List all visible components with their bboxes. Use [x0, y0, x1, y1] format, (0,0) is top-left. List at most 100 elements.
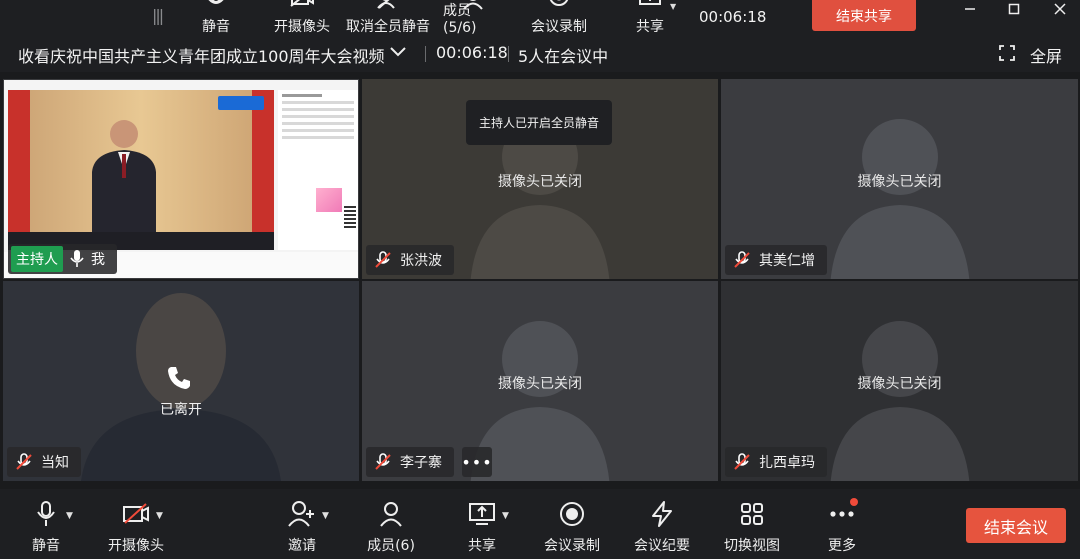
mic-muted-icon [734, 251, 750, 268]
mute-all-icon [375, 0, 401, 10]
top-share-button[interactable]: 共享 [634, 0, 666, 38]
meeting-title-bar: 收看庆祝中国共产主义青年团成立100周年大会视频 00:06:18 5人在会议中… [0, 38, 1080, 72]
share-dropdown-icon[interactable]: ▼ [670, 2, 676, 11]
video-tile-zhaxi[interactable]: 摄像头已关闭 扎西卓玛 [721, 281, 1078, 481]
phone-icon [168, 367, 190, 389]
share-dropdown-icon[interactable]: ▼ [502, 511, 509, 521]
top-mute-button[interactable]: 静音 [196, 0, 236, 38]
shared-screen-video [8, 90, 274, 250]
participant-name: 其美仁增 [759, 253, 815, 269]
drag-handle-icon[interactable]: ||| [152, 6, 164, 25]
host-badge: 主持人 [11, 246, 63, 272]
unmute-all-label: 取消全员静音 [346, 19, 430, 35]
left-status: 已离开 [160, 402, 202, 418]
camera-off-status: 摄像头已关闭 [857, 376, 942, 392]
qr-code-icon [344, 204, 356, 228]
chevron-down-icon[interactable] [388, 42, 408, 62]
top-camera-button[interactable]: 开摄像头 [272, 0, 332, 38]
members-icon [378, 501, 404, 527]
grid-view-icon [740, 501, 764, 527]
participant-name-tag: 李子寨 [366, 447, 454, 477]
mic-muted-icon [375, 251, 391, 268]
maximize-icon[interactable] [994, 0, 1034, 18]
bottom-toolbar: 静音 ▼ 开摄像头 ▼ 邀请 ▼ 成员(6) 共享 ▼ 会议录制 会议纪要 切换… [0, 489, 1080, 559]
participant-count: 5人在会议中 [518, 47, 609, 66]
top-record-button[interactable]: 会议录制 [530, 0, 588, 38]
share-button[interactable]: 共享 [466, 489, 498, 559]
members-icon [460, 0, 486, 10]
meeting-title: 收看庆祝中国共产主义青年团成立100周年大会视频 [18, 47, 385, 66]
invite-button[interactable]: 邀请 [286, 489, 318, 559]
top-mute-label: 静音 [202, 19, 230, 35]
participant-name: 我 [91, 252, 105, 268]
members-label: 成员(6) [367, 538, 415, 554]
camera-off-status: 摄像头已关闭 [498, 376, 582, 392]
unmute-all-button[interactable]: 取消全员静音 [345, 0, 431, 38]
camera-off-icon [289, 0, 315, 10]
share-screen-icon [468, 501, 496, 527]
close-icon[interactable] [1040, 0, 1080, 18]
speaker-figure [92, 120, 156, 236]
record-icon [546, 0, 572, 10]
participant-name: 扎西卓玛 [759, 455, 815, 471]
participant-name: 张洪波 [400, 253, 442, 269]
participant-name-tag: 当知 [7, 447, 81, 477]
participant-name: 李子寨 [400, 455, 442, 471]
share-label: 共享 [468, 538, 496, 554]
top-camera-label: 开摄像头 [274, 19, 330, 35]
top-record-label: 会议录制 [531, 19, 587, 35]
divider [508, 46, 509, 62]
mute-button[interactable]: 静音 [26, 489, 66, 559]
divider [425, 46, 426, 62]
camera-label: 开摄像头 [108, 538, 164, 554]
participant-name: 当知 [41, 455, 69, 471]
record-button[interactable]: 会议录制 [542, 489, 602, 559]
meeting-minutes-button[interactable]: 会议纪要 [632, 489, 692, 559]
participant-name-tag: 扎西卓玛 [725, 447, 827, 477]
camera-off-status: 摄像头已关闭 [857, 174, 942, 190]
members-button[interactable]: 成员(6) [366, 489, 416, 559]
meeting-duration: 00:06:18 [436, 43, 508, 62]
host-name-tag: 主持人 我 [8, 244, 117, 274]
video-tile-lizi[interactable]: 摄像头已关闭 李子寨 ••• [362, 281, 718, 481]
video-tile-zhang[interactable]: 主持人已开启全员静音 摄像头已关闭 张洪波 [362, 79, 718, 279]
fullscreen-icon[interactable] [999, 45, 1015, 61]
video-tile-host[interactable]: 主持人 我 [3, 79, 359, 279]
mute-all-toast: 主持人已开启全员静音 [466, 100, 612, 145]
video-tile-qimei[interactable]: 摄像头已关闭 其美仁增 [721, 79, 1078, 279]
minimize-icon[interactable] [950, 0, 990, 18]
fullscreen-button[interactable]: 全屏 [1030, 43, 1062, 67]
camera-off-status: 摄像头已关闭 [498, 174, 582, 190]
mute-dropdown-icon[interactable]: ▼ [66, 511, 73, 521]
share-screen-icon [637, 0, 663, 10]
microphone-icon [70, 250, 84, 267]
end-share-button[interactable]: 结束共享 [812, 0, 916, 31]
switch-view-button[interactable]: 切换视图 [722, 489, 782, 559]
more-label: 更多 [828, 538, 856, 554]
record-label: 会议录制 [544, 538, 600, 554]
more-options-button[interactable]: ••• [461, 447, 492, 477]
top-timer: 00:06:18 [699, 8, 767, 26]
promo-image [316, 188, 342, 212]
end-meeting-button[interactable]: 结束会议 [966, 508, 1066, 543]
lightning-icon [649, 501, 675, 527]
channel-logo [218, 96, 264, 110]
participant-name-tag: 其美仁增 [725, 245, 827, 275]
add-user-icon [288, 501, 316, 527]
mute-label: 静音 [32, 538, 60, 554]
participant-name-tag: 张洪波 [366, 245, 454, 275]
shared-screen-sidebar [278, 90, 358, 250]
camera-dropdown-icon[interactable]: ▼ [156, 511, 163, 521]
top-toolbar: ||| 静音 开摄像头 取消全员静音 成员(5/6) 会议录制 共享 ▼ 00:… [0, 0, 1080, 38]
record-icon [559, 501, 585, 527]
meeting-minutes-label: 会议纪要 [634, 538, 690, 554]
video-tile-dangzhi[interactable]: 已离开 当知 [3, 281, 359, 481]
top-members-button[interactable]: 成员(5/6) [443, 0, 503, 38]
invite-dropdown-icon[interactable]: ▼ [322, 511, 329, 521]
camera-button[interactable]: 开摄像头 [106, 489, 166, 559]
top-share-label: 共享 [636, 19, 664, 35]
invite-label: 邀请 [288, 538, 316, 554]
mic-muted-icon [375, 453, 391, 470]
microphone-icon [203, 0, 229, 10]
switch-view-label: 切换视图 [724, 538, 780, 554]
